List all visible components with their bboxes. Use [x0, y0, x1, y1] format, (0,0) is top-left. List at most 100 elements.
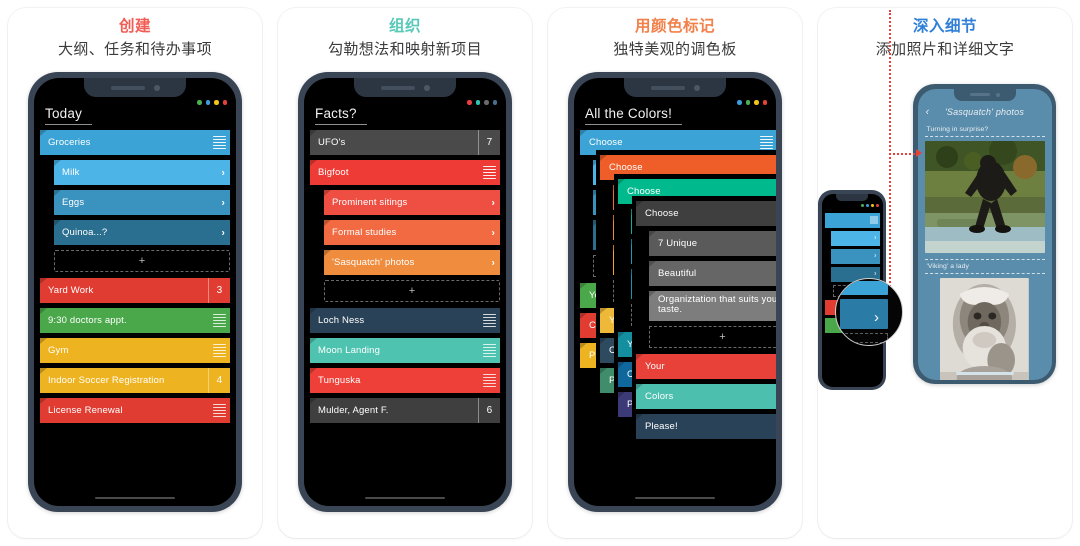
chevron-right-icon[interactable]: › [492, 227, 495, 238]
list-item[interactable]: Eggs › [54, 190, 230, 215]
color-dot[interactable] [875, 203, 879, 207]
color-dot[interactable] [197, 100, 202, 105]
chevron-right-icon[interactable]: › [492, 257, 495, 268]
list-item[interactable]: Beautiful [649, 261, 776, 286]
color-dot[interactable] [222, 100, 227, 105]
chevron-right-icon[interactable]: › [222, 197, 225, 208]
list-item-label: License Renewal [48, 405, 123, 416]
color-dot[interactable] [205, 100, 210, 105]
list-item[interactable]: License Renewal [40, 398, 230, 423]
list-item-label: Indoor Soccer Registration [48, 375, 165, 386]
color-dot[interactable] [214, 100, 219, 105]
fold-corner-icon [600, 368, 607, 374]
color-dot[interactable] [475, 100, 480, 105]
notes-icon[interactable] [208, 308, 230, 333]
list-item[interactable]: Formal studies › [324, 220, 500, 245]
magnified-row [840, 299, 888, 329]
list-item[interactable]: Quinoa...? › [54, 220, 230, 245]
list-item[interactable]: Yard Work 3 [40, 278, 230, 303]
list-item[interactable]: Milk › [54, 160, 230, 185]
fold-corner-icon [310, 308, 317, 314]
chevron-right-icon[interactable]: › [874, 235, 876, 242]
fold-corner-icon [54, 220, 61, 226]
list-item[interactable]: Gym [40, 338, 230, 363]
color-dot[interactable] [762, 100, 767, 105]
color-dot[interactable] [870, 203, 874, 207]
list-item[interactable]: Organiztation that suits your taste. [649, 291, 776, 321]
color-dot[interactable] [467, 100, 472, 105]
color-dot[interactable] [865, 203, 869, 207]
list-item[interactable]: UFO's 7 [310, 130, 500, 155]
list-item[interactable]: Choose [636, 201, 776, 226]
add-item-button[interactable]: + [54, 250, 230, 272]
chevron-right-icon[interactable]: › [874, 309, 879, 326]
color-dot[interactable] [754, 100, 759, 105]
photo-sasquatch-bw-portrait[interactable] [940, 277, 1029, 380]
list-item[interactable] [824, 212, 880, 228]
list-item[interactable]: 7 Unique [649, 231, 776, 256]
list-item[interactable]: › [830, 230, 880, 246]
list-item[interactable]: 9:30 doctors appt. [40, 308, 230, 333]
phone-mockup: All the Colors! Choose 7 Unique [568, 72, 782, 512]
list-item[interactable]: Bigfoot [310, 160, 500, 185]
chevron-right-icon[interactable]: › [222, 167, 225, 178]
photo-container[interactable] [918, 137, 1052, 259]
color-dot[interactable] [492, 100, 497, 105]
notes-icon[interactable] [208, 130, 230, 155]
list-item[interactable]: Prominent sitings › [324, 190, 500, 215]
fold-corner-icon [580, 343, 587, 349]
chevron-right-icon[interactable]: › [874, 271, 876, 278]
fold-corner-icon [636, 384, 643, 390]
home-indicator [635, 496, 715, 499]
notes-icon[interactable] [478, 368, 500, 393]
color-dot[interactable] [737, 100, 742, 105]
list-item-label: Tunguska [318, 375, 361, 386]
list-item[interactable]: Colors [636, 384, 776, 409]
fold-corner-icon [310, 160, 317, 166]
fold-corner-icon [580, 130, 587, 136]
panel-subtitle: 大纲、任务和待办事项 [57, 41, 212, 58]
list-item[interactable]: Indoor Soccer Registration 4 [40, 368, 230, 393]
list-item[interactable]: Groceries [40, 130, 230, 155]
back-chevron-icon[interactable]: ‹ [926, 106, 930, 118]
list-item[interactable]: Tunguska [310, 368, 500, 393]
list-item-label: Prominent sitings [332, 197, 408, 208]
list-item[interactable]: Your [636, 354, 776, 379]
fold-corner-icon [618, 392, 625, 398]
color-dot[interactable] [484, 100, 489, 105]
fold-corner-icon [618, 332, 625, 338]
list-item[interactable]: › [830, 248, 880, 264]
list-item[interactable]: Loch Ness [310, 308, 500, 333]
list-item[interactable]: Please! [636, 414, 776, 439]
color-dot[interactable] [860, 203, 864, 207]
photo-bigfoot-color-walking[interactable] [924, 140, 1045, 253]
magnifier-callout: › [835, 278, 903, 346]
panel-details: 深入细节 添加照片和详细文字 › › › › ‹ 'Sasquatch' pho… [810, 0, 1080, 546]
color-dots[interactable] [197, 100, 227, 105]
list-item[interactable]: Mulder, Agent F. 6 [310, 398, 500, 423]
chevron-right-icon[interactable]: › [874, 253, 876, 260]
add-item-button[interactable]: + [649, 326, 776, 348]
color-dots[interactable] [467, 100, 497, 105]
fold-corner-icon [40, 278, 47, 284]
chevron-right-icon[interactable]: › [222, 227, 225, 238]
phone-mockup: Facts? UFO's 7 Bigfoot Prominent sitings… [298, 72, 512, 512]
photo-container[interactable] [918, 274, 1052, 380]
panel-header: 用颜色标记 独特美观的调色板 [540, 0, 810, 62]
add-item-button[interactable]: + [324, 280, 500, 302]
notes-icon[interactable] [478, 338, 500, 363]
list-item-label: Gym [48, 345, 69, 356]
color-dots[interactable] [737, 100, 767, 105]
color-dots[interactable] [860, 203, 879, 207]
notes-icon[interactable] [208, 338, 230, 363]
notes-icon[interactable] [478, 160, 500, 185]
color-dot[interactable] [745, 100, 750, 105]
home-indicator [955, 372, 1014, 375]
list-item[interactable]: 'Sasquatch' photos › [324, 250, 500, 275]
notes-icon[interactable] [478, 308, 500, 333]
notes-icon[interactable] [208, 398, 230, 423]
list-item-label: Beautiful [658, 268, 697, 279]
notes-icon[interactable] [869, 216, 878, 224]
list-item[interactable]: Moon Landing [310, 338, 500, 363]
chevron-right-icon[interactable]: › [492, 197, 495, 208]
